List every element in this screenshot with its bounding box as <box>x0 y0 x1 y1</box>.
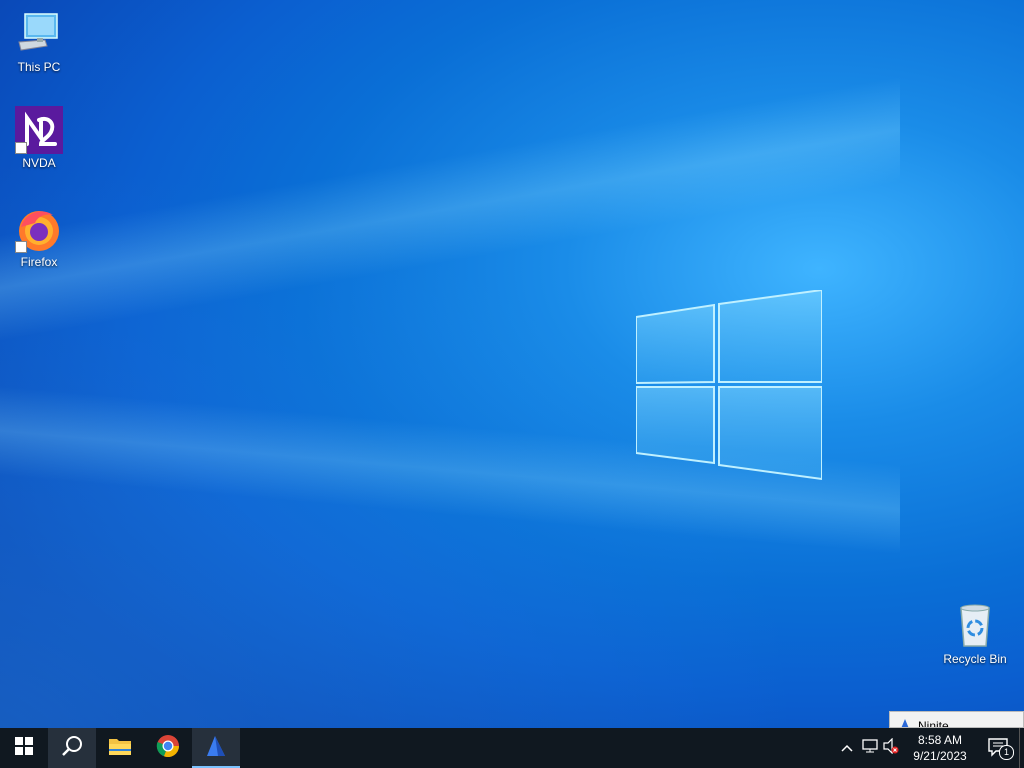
ninite-icon <box>898 718 912 727</box>
recycle-bin-icon <box>951 602 999 650</box>
desktop-icon-nvda[interactable]: NVDA <box>1 106 77 170</box>
desktop-icon-firefox[interactable]: Firefox <box>1 205 77 269</box>
ninite-popup-label: Ninite <box>918 719 949 728</box>
volume-button[interactable] <box>881 728 901 768</box>
chrome-button[interactable] <box>144 728 192 768</box>
file-explorer-button[interactable] <box>96 728 144 768</box>
folder-icon <box>108 736 132 761</box>
start-button[interactable] <box>0 728 48 768</box>
ninite-icon <box>204 734 228 763</box>
system-tray: 8:58 AM 9/21/2023 1 <box>835 728 1024 768</box>
show-hidden-icons-button[interactable] <box>835 728 859 768</box>
search-button[interactable] <box>48 728 96 768</box>
monitor-icon <box>15 10 63 58</box>
volume-muted-icon <box>883 737 899 759</box>
windows-logo-icon <box>15 736 33 760</box>
desktop-icon-label: Recycle Bin <box>943 652 1007 666</box>
action-center-button[interactable]: 1 <box>979 728 1019 768</box>
network-button[interactable] <box>859 728 881 768</box>
desktop-icon-label: NVDA <box>22 156 56 170</box>
ninite-taskbar-button[interactable] <box>192 728 240 768</box>
desktop-icon-recycle-bin[interactable]: Recycle Bin <box>937 602 1013 666</box>
taskbar: 8:58 AM 9/21/2023 1 <box>0 728 1024 768</box>
chevron-up-icon <box>841 739 853 757</box>
wallpaper-windows-logo <box>636 290 822 480</box>
ninite-popup[interactable]: Ninite <box>889 711 1024 728</box>
shortcut-arrow-icon <box>15 241 27 253</box>
notification-icon: 1 <box>988 738 1014 760</box>
desktop-icon-this-pc[interactable]: This PC <box>1 10 77 74</box>
desktop-icon-label: Firefox <box>20 255 58 269</box>
network-icon <box>862 738 878 758</box>
firefox-icon <box>15 205 63 253</box>
chrome-icon <box>156 734 180 763</box>
nvda-icon <box>15 106 63 154</box>
notification-count-badge: 1 <box>999 745 1014 760</box>
clock-time: 8:58 AM <box>917 733 962 747</box>
shortcut-arrow-icon <box>15 142 27 154</box>
show-desktop-button[interactable] <box>1019 728 1024 768</box>
search-icon <box>61 735 83 762</box>
clock-date: 9/21/2023 <box>913 749 967 763</box>
clock[interactable]: 8:58 AM 9/21/2023 <box>901 728 979 768</box>
wallpaper-glow <box>0 0 1024 728</box>
desktop-icon-label: This PC <box>17 60 61 74</box>
